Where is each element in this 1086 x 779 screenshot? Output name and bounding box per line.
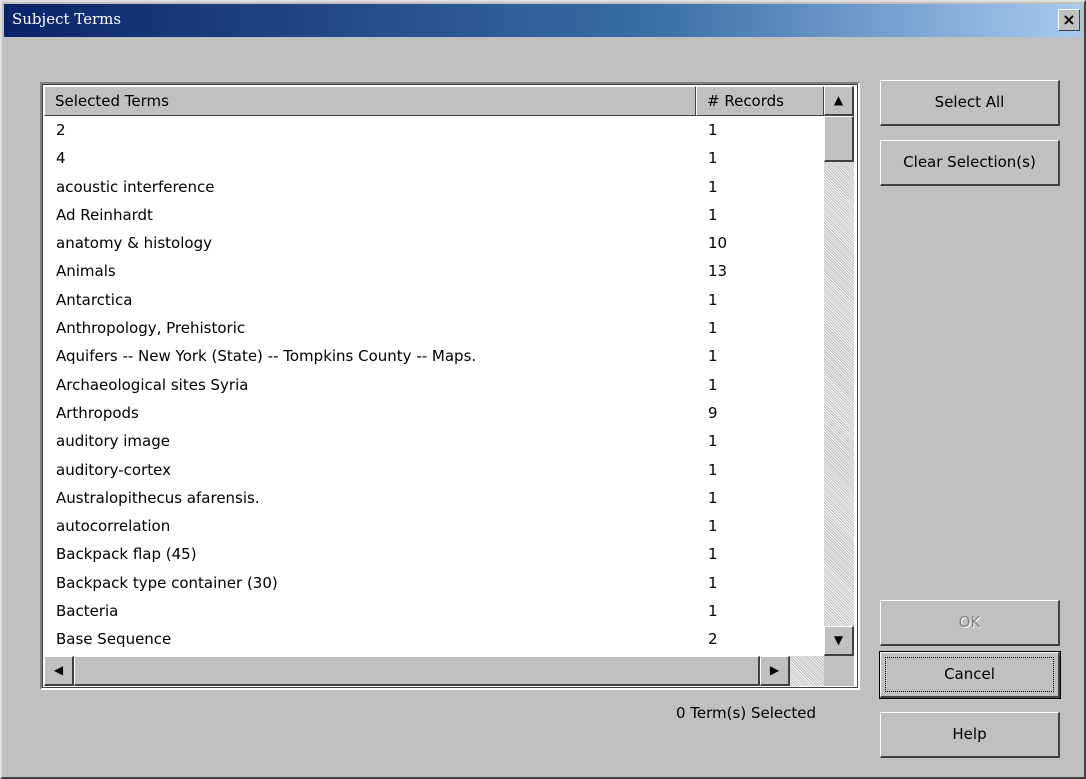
term-label: Aquifers -- New York (State) -- Tompkins… [56, 347, 477, 366]
term-label: acoustic interference [56, 177, 215, 196]
term-label: Antarctica [56, 290, 133, 309]
list-item[interactable]: Aquifers -- New York (State) -- Tompkins… [44, 342, 824, 370]
horizontal-scrollbar[interactable]: ◀ ▶ [44, 656, 824, 686]
list-item[interactable]: 41 [44, 144, 824, 172]
vertical-scrollbar[interactable]: ▲ ▼ [824, 86, 854, 656]
horizontal-scroll-thumb[interactable] [74, 656, 760, 686]
list-item[interactable]: Animals 13 [44, 257, 824, 285]
list-item[interactable]: Base Sequence 2 [44, 625, 824, 653]
term-label: Arthropods [56, 403, 139, 422]
list-item[interactable]: Ad Reinhardt 1 [44, 201, 824, 229]
select-all-button[interactable]: Select All [880, 80, 1060, 126]
list-item[interactable]: Antarctica 1 [44, 286, 824, 314]
focus-rectangle [885, 657, 1054, 692]
record-count: 1 [708, 177, 718, 196]
record-count: 1 [708, 149, 718, 168]
term-label: auditory image [56, 432, 170, 451]
term-label: Base Sequence [56, 630, 172, 649]
terms-list[interactable]: Selected Terms # Records 2 1 4 1 acoustic in… [40, 82, 860, 690]
selection-status: 0 Term(s) Selected [676, 704, 816, 722]
record-count: 1 [708, 375, 718, 394]
title-bar[interactable]: Subject Terms × [4, 4, 1082, 37]
term-label: Backpack flap (45) [56, 545, 197, 564]
record-count: 1 [708, 121, 718, 139]
list-item[interactable]: 21 [44, 116, 824, 144]
cancel-button[interactable]: Cancel [879, 651, 1061, 699]
term-label: Bacteria [56, 602, 119, 621]
record-count: 1 [708, 545, 718, 564]
scrollbar-corner [824, 656, 854, 686]
record-count: 1 [708, 347, 718, 366]
close-button[interactable]: × [1058, 9, 1080, 31]
scroll-right-button[interactable]: ▶ [760, 656, 790, 686]
record-count: 13 [708, 262, 728, 281]
list-item[interactable]: acoustic interference 1 [44, 173, 824, 201]
list-item[interactable]: Anthropology, Prehistoric 1 [44, 314, 824, 342]
record-count: 1 [708, 205, 718, 224]
term-label: Archaeological sites Syria [56, 375, 249, 394]
term-label: auditory-cortex [56, 460, 171, 479]
list-header: Selected Terms # Records [44, 86, 824, 116]
list-item[interactable]: Arthropods 9 [44, 399, 824, 427]
record-count: 1 [708, 319, 718, 338]
term-label: Backpack type container (30) [56, 573, 278, 592]
list-rows: 2 1 4 1 acoustic interference 1 Ad Reinhardt 1 a… [44, 116, 824, 656]
term-label: 2 [56, 121, 66, 139]
term-label: Animals [56, 262, 116, 281]
record-count: 2 [708, 630, 718, 649]
scroll-up-button[interactable]: ▲ [824, 86, 854, 116]
record-count: 1 [708, 488, 718, 507]
record-count: 10 [708, 234, 728, 253]
window-title: Subject Terms [12, 10, 122, 28]
term-label: Australopithecus afarensis. [56, 488, 260, 507]
clear-selection-button[interactable]: Clear Selection(s) [880, 140, 1060, 186]
list-item[interactable]: Australopithecus afarensis. 1 [44, 484, 824, 512]
ok-button[interactable]: OK [880, 600, 1060, 646]
term-label: autocorrelation [56, 517, 171, 536]
column-header-selected-terms[interactable]: Selected Terms [44, 86, 696, 116]
term-label: Anthropology, Prehistoric [56, 319, 246, 338]
scroll-left-button[interactable]: ◀ [44, 656, 74, 686]
list-item[interactable]: auditory image 1 [44, 427, 824, 455]
record-count: 1 [708, 602, 718, 621]
scroll-down-button[interactable]: ▼ [824, 626, 854, 656]
list-item[interactable]: auditory-cortex 1 [44, 456, 824, 484]
record-count: 1 [708, 517, 718, 536]
column-header-records[interactable]: # Records [696, 86, 824, 116]
record-count: 9 [708, 403, 718, 422]
record-count: 1 [708, 432, 718, 451]
term-label: anatomy & histology [56, 234, 212, 253]
record-count: 1 [708, 573, 718, 592]
list-item[interactable]: Archaeological sites Syria 1 [44, 371, 824, 399]
list-item[interactable]: Backpack type container (30) 1 [44, 569, 824, 597]
list-item[interactable]: Backpack flap (45) 1 [44, 540, 824, 568]
list-item[interactable]: autocorrelation 1 [44, 512, 824, 540]
term-label: Ad Reinhardt [56, 205, 153, 224]
record-count: 1 [708, 290, 718, 309]
term-label: 4 [56, 149, 66, 168]
vertical-scroll-thumb[interactable] [824, 116, 854, 162]
list-item[interactable]: anatomy & histology 10 [44, 229, 824, 257]
help-button[interactable]: Help [880, 712, 1060, 758]
list-item[interactable]: Bacteria 1 [44, 597, 824, 625]
record-count: 1 [708, 460, 718, 479]
